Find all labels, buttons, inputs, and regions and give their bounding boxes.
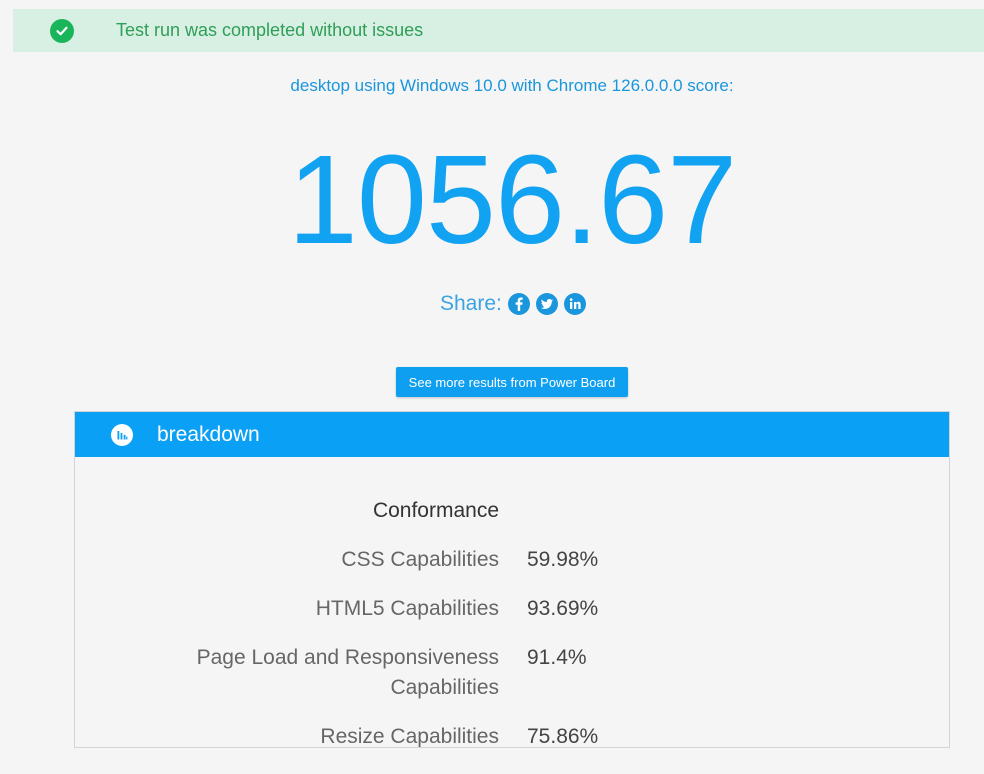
check-circle-icon	[50, 18, 74, 43]
success-alert: Test run was completed without issues	[13, 9, 984, 52]
see-more-results-button[interactable]: See more results from Power Board	[396, 367, 628, 397]
row-value: 59.98%	[527, 548, 599, 571]
twitter-icon[interactable]	[535, 293, 558, 315]
share-label: Share:	[440, 292, 502, 315]
row-value: 75.86%	[527, 725, 599, 748]
breakdown-table: Conformance CSS Capabilities 59.98% HTML…	[75, 496, 949, 748]
section-heading: Conformance	[372, 499, 499, 522]
device-description: desktop using Windows 10.0 with Chrome 1…	[290, 76, 734, 95]
row-label: Resize Capabilities	[320, 725, 499, 748]
breakdown-header[interactable]: breakdown	[75, 412, 949, 457]
results-page: Test run was completed without issues de…	[0, 0, 984, 774]
facebook-icon[interactable]	[507, 293, 530, 315]
row-label: CSS Capabilities	[341, 548, 499, 571]
bar-chart-icon	[111, 423, 133, 446]
row-value: 91.4%	[527, 646, 587, 669]
row-value: 93.69%	[527, 597, 599, 620]
linkedin-icon[interactable]	[563, 293, 586, 315]
table-row: CSS Capabilities 59.98%	[75, 545, 949, 594]
row-label: HTML5 Capabilities	[315, 597, 499, 620]
section-heading-row: Conformance	[75, 496, 949, 545]
row-label: Page Load and Responsiveness Capabilitie…	[196, 646, 499, 699]
breakdown-title: breakdown	[157, 422, 260, 446]
score-value: 1056.67	[287, 129, 737, 270]
table-row: Page Load and Responsiveness Capabilitie…	[75, 643, 949, 722]
table-row: HTML5 Capabilities 93.69%	[75, 594, 949, 643]
share-bar: Share:	[440, 292, 592, 316]
breakdown-panel: breakdown Conformance CSS Capabilities 5…	[74, 411, 950, 748]
alert-message: Test run was completed without issues	[116, 20, 424, 40]
table-row: Resize Capabilities 75.86%	[75, 722, 949, 748]
